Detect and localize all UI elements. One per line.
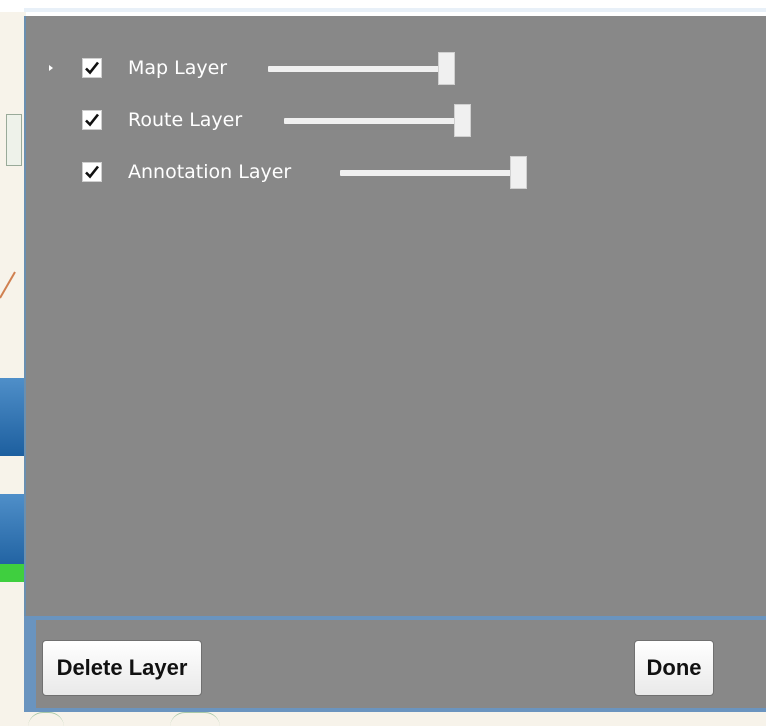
dialog-footer: Delete Layer Done — [24, 616, 766, 716]
check-icon — [85, 165, 100, 179]
done-button[interactable]: Done — [634, 640, 714, 696]
map-box-fragment — [6, 114, 22, 166]
layer-checkbox-annotation[interactable] — [82, 162, 102, 182]
layer-row-annotation: Annotation Layer — [26, 156, 766, 189]
layers-dialog-screen: Map Layer Route Layer Annotation Layer D… — [0, 0, 766, 726]
layer-opacity-slider-map-track[interactable] — [268, 66, 440, 72]
layer-label-route: Route Layer — [128, 109, 243, 131]
map-shape-fragment — [170, 712, 220, 726]
background-map — [0, 12, 26, 726]
map-control-fragment — [0, 378, 26, 456]
layer-opacity-slider-annotation-track[interactable] — [340, 170, 512, 176]
map-green-fragment — [0, 564, 26, 582]
map-road-fragment — [0, 271, 16, 299]
check-icon — [85, 61, 100, 75]
layer-row-map: Map Layer — [26, 52, 766, 85]
layer-label-annotation: Annotation Layer — [128, 161, 292, 183]
layers-panel: Map Layer Route Layer Annotation Layer — [24, 16, 766, 716]
map-shape-fragment — [28, 712, 64, 726]
layer-opacity-slider-annotation-thumb[interactable] — [510, 156, 527, 189]
window-top-strip — [0, 0, 766, 12]
check-icon — [85, 113, 100, 127]
delete-layer-button[interactable]: Delete Layer — [42, 640, 202, 696]
map-control-fragment — [0, 494, 26, 572]
layer-checkbox-map[interactable] — [82, 58, 102, 78]
layer-opacity-slider-route-thumb[interactable] — [454, 104, 471, 137]
layer-label-map: Map Layer — [128, 57, 228, 79]
chevron-right-icon[interactable] — [49, 65, 53, 71]
layer-checkbox-route[interactable] — [82, 110, 102, 130]
layer-opacity-slider-map-thumb[interactable] — [438, 52, 455, 85]
layer-opacity-slider-route-track[interactable] — [284, 118, 456, 124]
background-map-bottom — [0, 712, 766, 726]
layer-row-route: Route Layer — [26, 104, 766, 137]
